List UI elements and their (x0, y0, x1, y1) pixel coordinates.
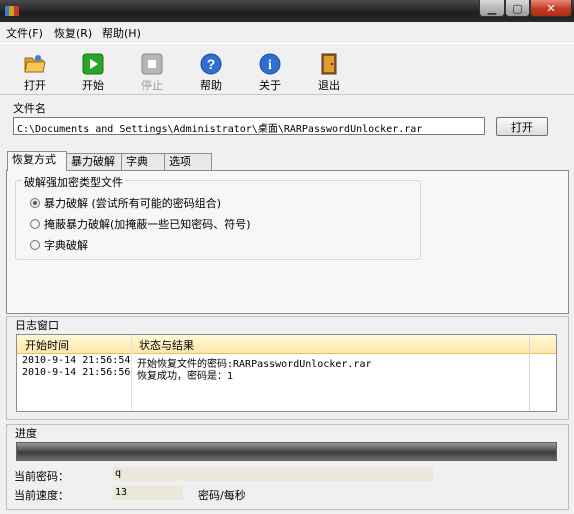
maximize-button[interactable]: ▢ (505, 0, 530, 17)
file-path-input[interactable]: C:\Documents and Settings\Administrator\… (13, 117, 485, 135)
svg-text:?: ? (207, 56, 216, 72)
current-speed-value: 13 (113, 486, 183, 500)
log-list[interactable]: 开始时间 状态与结果 2010-9-14 21:56:54 开始恢复文件的密码:… (16, 334, 557, 412)
progress-bar (16, 442, 557, 461)
tab-dictionary[interactable]: 字典 (121, 153, 165, 170)
start-toolbar-label: 开始 (82, 79, 104, 92)
menu-bar: 文件(F) 恢复(R) 帮助(H) (0, 22, 574, 42)
about-toolbar-label: 关于 (259, 79, 281, 92)
toolbar: 打开 开始 停止 ? 帮助 i 关于 退出 (0, 43, 574, 95)
menu-help[interactable]: 帮助(H) (102, 25, 141, 41)
radio-label: 字典破解 (44, 239, 88, 252)
log-row-time: 2010-9-14 21:56:56 (22, 367, 131, 378)
help-toolbar-button[interactable]: ? 帮助 (189, 48, 233, 94)
current-password-label: 当前密码： (14, 470, 69, 483)
exit-toolbar-button[interactable]: 退出 (307, 48, 351, 94)
file-name-label: 文件名 (13, 102, 46, 115)
start-toolbar-button[interactable]: 开始 (71, 48, 115, 94)
radio-brute-force[interactable]: 暴力破解 (尝试所有可能的密码组合) (30, 195, 221, 211)
tab-recovery-method[interactable]: 恢复方式 (7, 151, 67, 171)
tab-brute-force[interactable]: 暴力破解 (66, 153, 122, 170)
minimize-button[interactable]: ▁ (479, 0, 505, 17)
log-row-time: 2010-9-14 21:56:54 (22, 355, 131, 366)
help-icon: ? (200, 53, 222, 75)
open-toolbar-label: 打开 (24, 79, 46, 92)
column-divider (131, 335, 132, 411)
log-row-status: 恢复成功，密码是：1 (137, 371, 234, 382)
app-icon (5, 6, 19, 16)
radio-button[interactable] (30, 240, 40, 250)
stop-icon (141, 53, 163, 75)
column-divider (529, 335, 530, 411)
radio-mask-brute-force[interactable]: 掩蔽暴力破解(加掩蔽一些已知密码、符号) (30, 216, 251, 232)
radio-dictionary[interactable]: 字典破解 (30, 237, 88, 253)
about-toolbar-button[interactable]: i 关于 (248, 48, 292, 94)
radio-label: 暴力破解 (尝试所有可能的密码组合) (44, 197, 222, 210)
open-toolbar-button[interactable]: 打开 (13, 48, 57, 94)
menu-file[interactable]: 文件(F) (6, 25, 43, 41)
stop-toolbar-button[interactable]: 停止 (130, 48, 174, 94)
current-password-value: q (113, 467, 433, 481)
exit-door-icon (321, 53, 337, 75)
help-toolbar-label: 帮助 (200, 79, 222, 92)
log-header: 开始时间 状态与结果 (17, 335, 556, 354)
title-bar: ▁ ▢ ✕ (0, 0, 574, 22)
info-icon: i (259, 53, 281, 75)
groupbox-title: 破解强加密类型文件 (22, 174, 125, 190)
exit-toolbar-label: 退出 (318, 79, 340, 92)
current-speed-label: 当前速度： (14, 489, 69, 502)
play-icon (82, 53, 104, 75)
menu-recover[interactable]: 恢复(R) (54, 25, 92, 41)
progress-label: 进度 (13, 425, 39, 441)
tab-options[interactable]: 选项 (164, 153, 212, 170)
close-button[interactable]: ✕ (530, 0, 572, 17)
folder-open-icon (24, 55, 46, 73)
log-window-label: 日志窗口 (13, 317, 61, 333)
column-header-time[interactable]: 开始时间 (25, 337, 69, 353)
stop-toolbar-label: 停止 (141, 79, 163, 92)
column-header-status[interactable]: 状态与结果 (139, 337, 194, 353)
radio-label: 掩蔽暴力破解(加掩蔽一些已知密码、符号) (44, 218, 251, 231)
speed-unit: 密码/每秒 (198, 489, 246, 502)
svg-text:i: i (268, 58, 272, 73)
radio-button[interactable] (30, 219, 40, 229)
open-file-button[interactable]: 打开 (496, 117, 548, 136)
radio-button-checked[interactable] (30, 198, 40, 208)
